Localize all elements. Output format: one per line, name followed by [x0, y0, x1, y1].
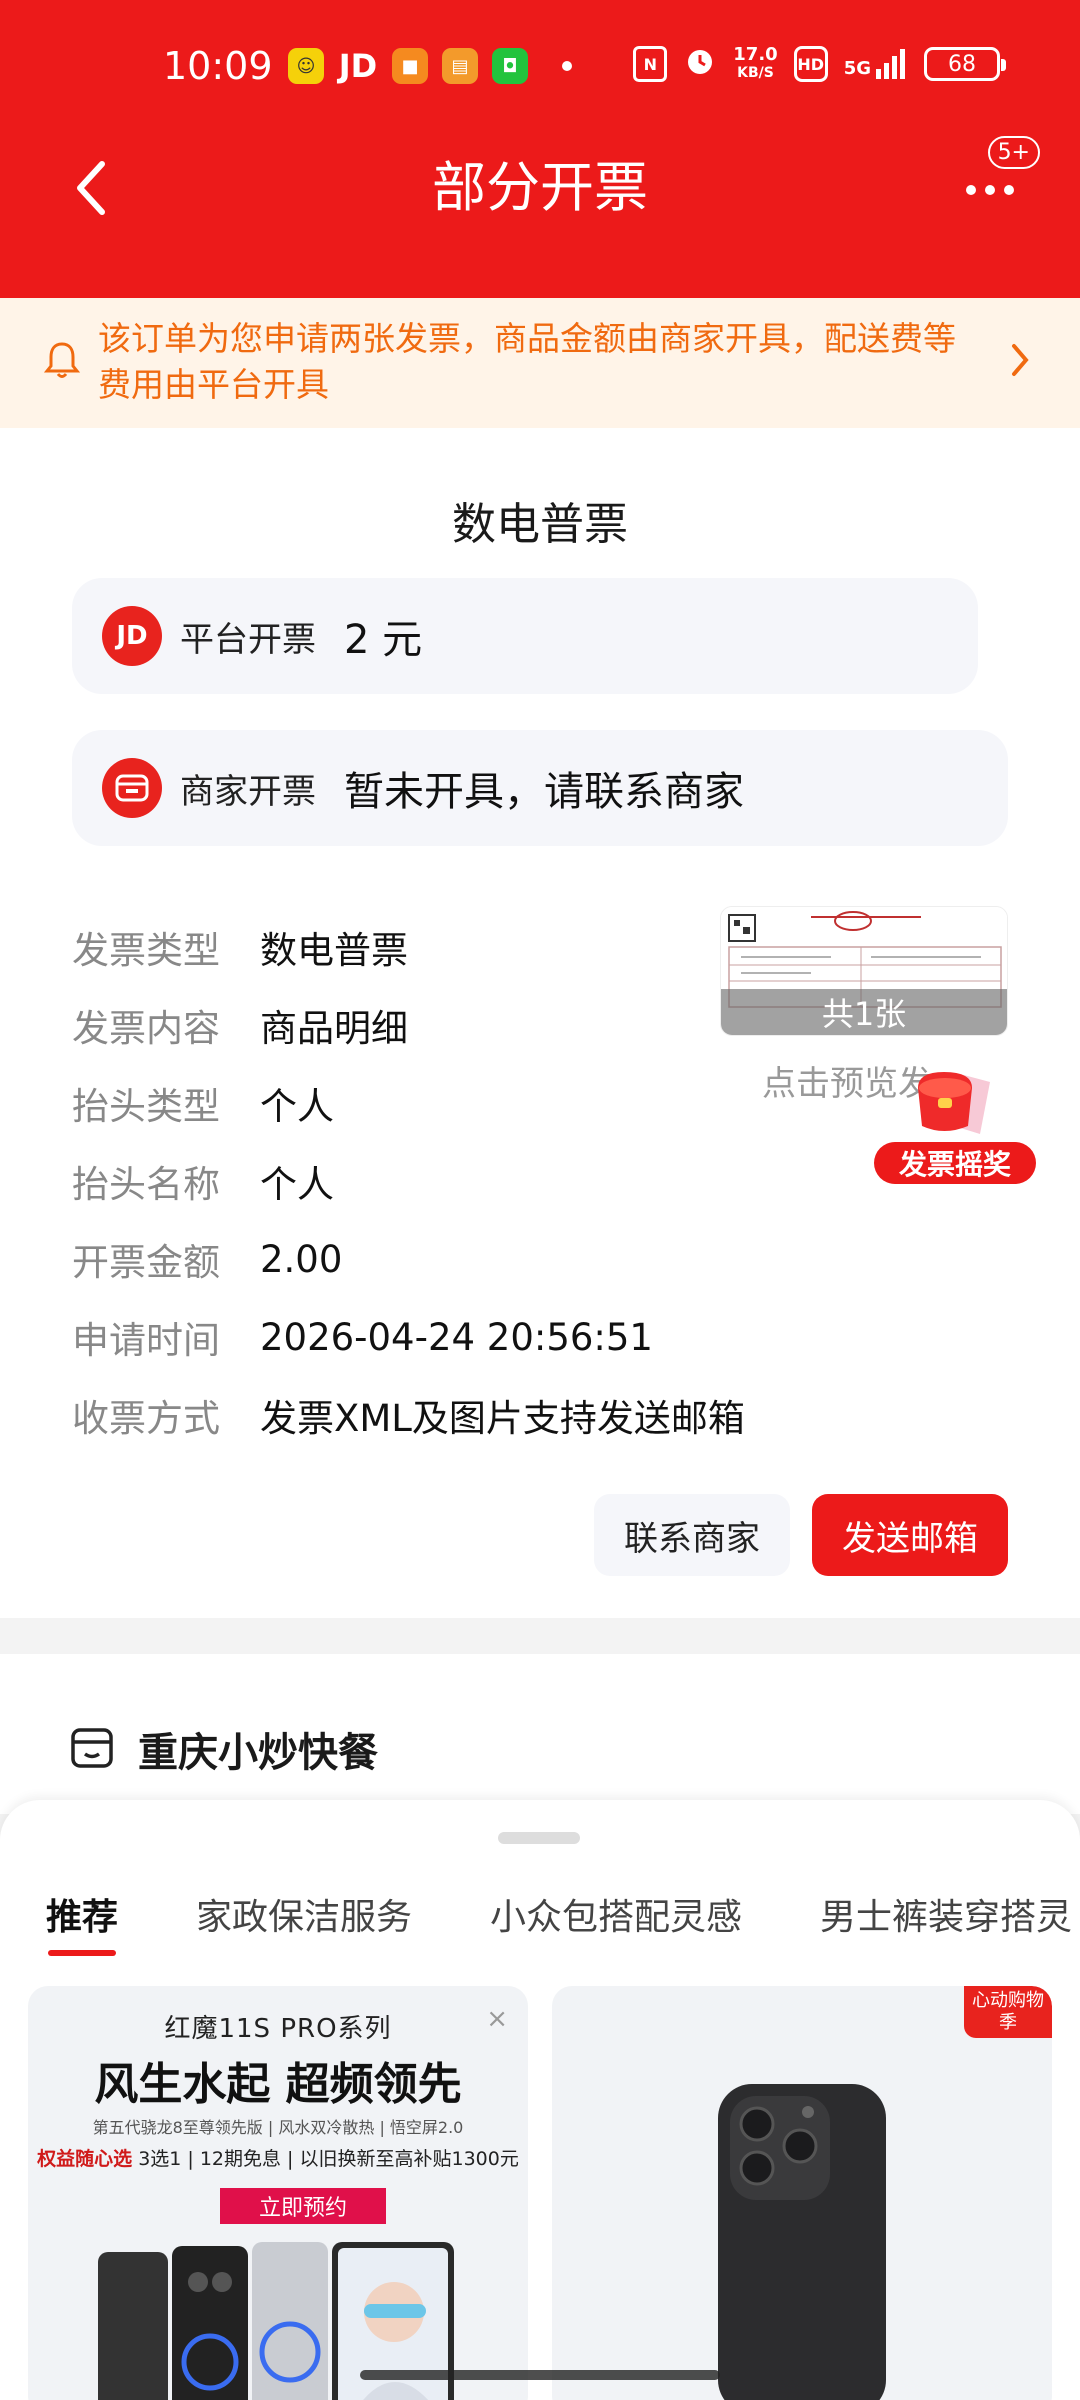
- send-email-button[interactable]: 发送邮箱: [812, 1494, 1008, 1576]
- bell-icon: [43, 340, 81, 384]
- detail-key: 抬头类型: [72, 1085, 220, 1128]
- app-notification-icon: ☺: [288, 48, 324, 84]
- tab-housekeeping[interactable]: 家政保洁服务: [196, 1888, 412, 1940]
- shop-header[interactable]: 重庆小炒快餐: [0, 1654, 1080, 1814]
- recommend-tabs: 推荐 家政保洁服务 小众包搭配灵感 男士裤装穿搭灵: [46, 1888, 1080, 1956]
- signal-label: 5G: [843, 58, 871, 79]
- network-speed: 17.0 KB/S: [733, 46, 777, 82]
- platform-invoice-row: JD 平台开票 2 元: [72, 578, 978, 694]
- detail-key: 收票方式: [72, 1397, 220, 1440]
- platform-invoice-label: 平台开票: [180, 619, 316, 660]
- gift-icon: [918, 1072, 990, 1134]
- detail-row: 收票方式 发票XML及图片支持发送邮箱: [72, 1376, 745, 1454]
- alarm-icon: [683, 44, 717, 84]
- invoice-card: 数电普票 JD 平台开票 2 元 商家开票 暂未开具，请联系商家 发票类型 数电普…: [0, 428, 1080, 1618]
- detail-key: 开票金额: [72, 1241, 220, 1284]
- detail-key: 抬头名称: [72, 1163, 220, 1206]
- detail-value: 2.00: [260, 1237, 343, 1281]
- reserve-button[interactable]: 立即预约: [220, 2188, 386, 2224]
- battery-indicator: 68: [924, 47, 1006, 81]
- invoice-notice-banner[interactable]: 该订单为您申请两张发票，商品金额由商家开具，配送费等费用由平台开具: [0, 298, 1080, 428]
- sheet-drag-handle[interactable]: [498, 1832, 580, 1844]
- notification-icons: ☺ JD ■ ▤ ◘: [288, 47, 572, 85]
- invoice-preview-thumbnail[interactable]: 共1张: [720, 906, 1008, 1036]
- more-dot-icon: [1004, 185, 1014, 195]
- shop-name: 重庆小炒快餐: [138, 1730, 378, 1776]
- detail-value: 数电普票: [260, 929, 408, 972]
- status-time: 10:09: [163, 44, 273, 88]
- product-headline: 风生水起 超频领先: [94, 2059, 462, 2110]
- detail-key: 发票类型: [72, 929, 220, 972]
- system-status-icons: N 17.0 KB/S HD 5G 68: [633, 44, 1006, 84]
- invoice-type-title: 数电普票: [452, 499, 628, 550]
- detail-value: 个人: [260, 1085, 334, 1128]
- jd-logo-icon: JD: [102, 606, 162, 666]
- book-notification-icon: ▤: [442, 48, 478, 84]
- redpacket-notification-icon: ■: [392, 48, 428, 84]
- page-title: 部分开票: [432, 156, 648, 219]
- chevron-right-icon: [1010, 342, 1030, 382]
- product-subtitle: 第五代骁龙8至尊领先版 | 风水双冷散热 | 悟空屏2.0: [92, 2118, 464, 2137]
- close-ad-icon[interactable]: ×: [486, 2004, 508, 2034]
- promo-prefix: 权益随心选: [37, 2148, 133, 2170]
- detail-key: 发票内容: [72, 1007, 220, 1050]
- detail-value: 商品明细: [260, 1007, 408, 1050]
- signal-icon: 5G: [844, 49, 908, 79]
- promo-tag: 心动购物季: [964, 1986, 1052, 2038]
- detail-row: 发票内容 商品明细: [72, 986, 745, 1064]
- store-icon: [70, 1726, 114, 1774]
- merchant-invoice-row: 商家开票 暂未开具，请联系商家: [72, 730, 1008, 846]
- nfc-icon: N: [633, 46, 668, 82]
- shop-notification-icon: ◘: [492, 48, 528, 84]
- contact-merchant-button[interactable]: 联系商家: [594, 1494, 790, 1576]
- jd-notification-icon: JD: [338, 47, 378, 85]
- detail-row: 发票类型 数电普票: [72, 908, 745, 986]
- recommend-sheet: 推荐 家政保洁服务 小众包搭配灵感 男士裤装穿搭灵 红魔11S PRO系列 × …: [0, 1800, 1080, 2400]
- lottery-label: 发票摇奖: [874, 1142, 1036, 1184]
- store-logo-icon: [102, 758, 162, 818]
- detail-row: 抬头类型 个人: [72, 1064, 745, 1142]
- merchant-invoice-status: 暂未开具，请联系商家: [344, 769, 744, 815]
- product-card-phone-case[interactable]: 心动购物季: [552, 1986, 1052, 2400]
- tab-recommend[interactable]: 推荐: [46, 1888, 118, 1956]
- invoice-lottery-button[interactable]: 发票摇奖: [874, 1064, 1036, 1184]
- detail-value: 发票XML及图片支持发送邮箱: [260, 1397, 745, 1440]
- more-notifications-dot: [562, 61, 572, 71]
- product-card-redmagic[interactable]: 红魔11S PRO系列 × 风生水起 超频领先 第五代骁龙8至尊领先版 | 风水…: [28, 1986, 528, 2400]
- platform-invoice-amount: 2 元: [344, 617, 423, 663]
- detail-row: 申请时间 2026-04-24 20:56:51: [72, 1298, 745, 1376]
- home-indicator[interactable]: [360, 2370, 720, 2380]
- promo-text: 3选1 | 12期免息 | 以旧换新至高补贴1300元: [138, 2148, 519, 2170]
- more-menu-button[interactable]: [950, 160, 1030, 220]
- invoice-details: 发票类型 数电普票 发票内容 商品明细 抬头类型 个人 抬头名称 个人 开票金额 2.00…: [72, 908, 745, 1454]
- merchant-invoice-label: 商家开票: [180, 771, 316, 812]
- status-bar: 10:09 ☺ JD ■ ▤ ◘ N 17.0 KB/S HD 5G 68: [0, 0, 1080, 140]
- product-brand: 红魔11S PRO系列: [164, 2014, 392, 2044]
- invoice-count: 共1张: [721, 989, 1007, 1035]
- message-count-badge: 5+: [987, 136, 1040, 169]
- product-promo: 权益随心选 3选1 | 12期免息 | 以旧换新至高补贴1300元: [28, 2144, 528, 2171]
- detail-row: 开票金额 2.00: [72, 1220, 745, 1298]
- page-header: 部分开票 5+: [0, 136, 1080, 300]
- tab-bags[interactable]: 小众包搭配灵感: [490, 1888, 742, 1940]
- tab-mens-pants[interactable]: 男士裤装穿搭灵: [820, 1888, 1072, 1940]
- detail-value: 个人: [260, 1163, 334, 1206]
- notice-text: 该订单为您申请两张发票，商品金额由商家开具，配送费等费用由平台开具: [98, 319, 956, 404]
- detail-value: 2026-04-24 20:56:51: [260, 1315, 653, 1359]
- more-dot-icon: [966, 185, 976, 195]
- network-speed-value: 17.0: [733, 44, 778, 65]
- phone-case-image: [718, 2084, 886, 2400]
- detail-key: 申请时间: [72, 1319, 220, 1362]
- network-speed-unit: KB/S: [737, 65, 774, 81]
- more-dot-icon: [985, 185, 995, 195]
- detail-row: 抬头名称 个人: [72, 1142, 745, 1220]
- hd-icon: HD: [793, 46, 828, 82]
